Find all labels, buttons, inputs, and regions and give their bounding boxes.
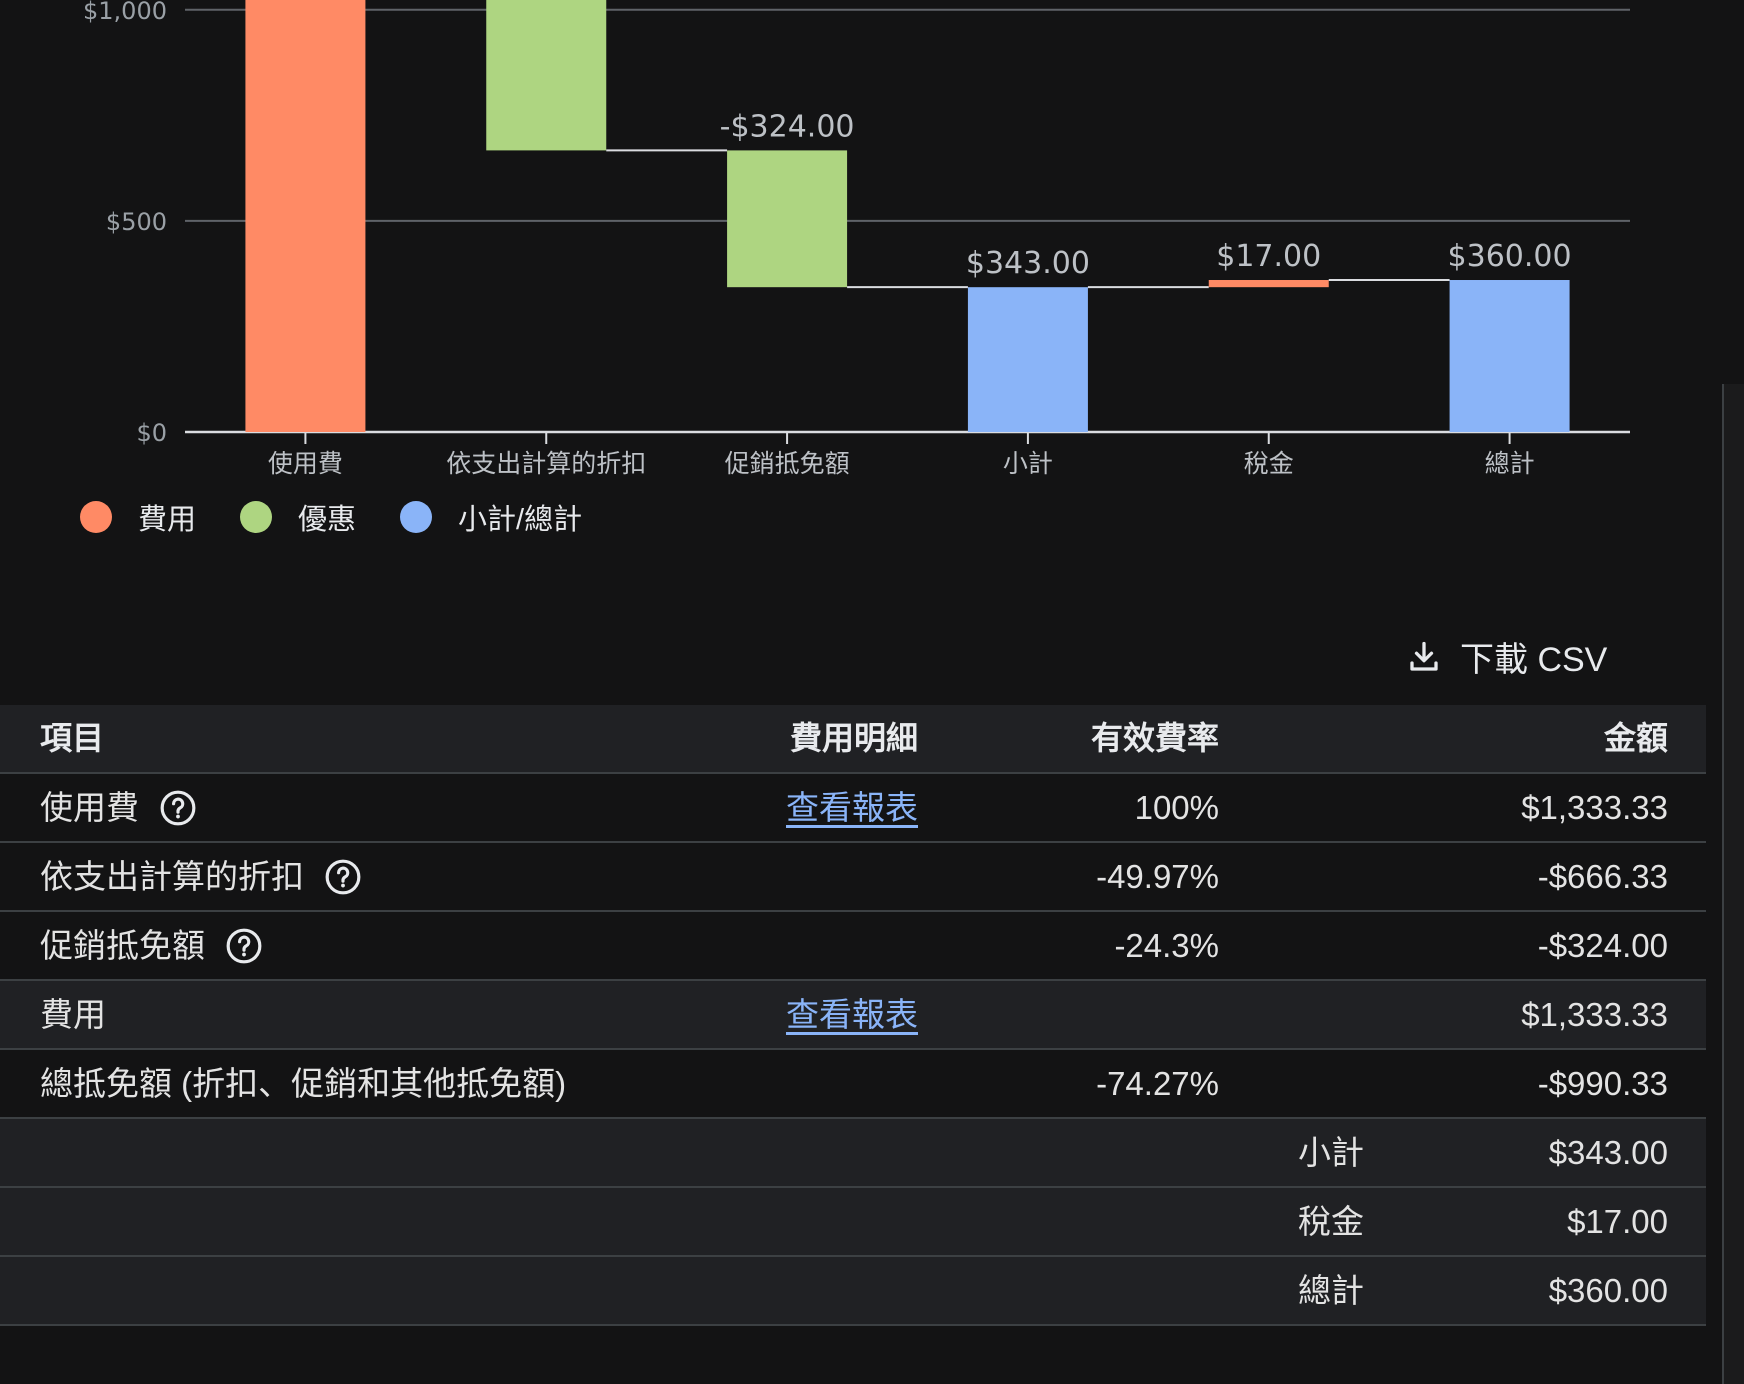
row-item: 費用 <box>40 981 106 1048</box>
view-report-link[interactable]: 查看報表 <box>786 981 918 1048</box>
legend-label: 費用 <box>138 504 197 536</box>
bar-total <box>967 287 1088 432</box>
bar-fee <box>245 0 366 433</box>
y-tick-label: $0 <box>136 419 167 447</box>
help-icon[interactable] <box>324 858 362 896</box>
row-item: 促銷抵免額 <box>40 912 263 979</box>
table-row: 依支出計算的折扣 -49.97% -$666.33 <box>0 843 1706 912</box>
help-icon[interactable] <box>225 927 263 965</box>
row-item-label: 促銷抵免額 <box>40 927 205 964</box>
summary-amount: $343.00 <box>1548 1134 1668 1171</box>
table-row: 費用 查看報表 $1,333.33 <box>0 981 1706 1050</box>
data-label: -$324.00 <box>720 109 855 144</box>
waterfall-chart: $0 $500 $1,000 使用費 依支出計算的折扣 促銷抵免額 -$324.00 小計 $3… <box>83 0 1630 478</box>
row-rate: -24.3% <box>1114 927 1219 964</box>
summary-row-total: 總計 $360.00 <box>0 1257 1706 1326</box>
download-csv-button[interactable]: 下載 CSV <box>1406 632 1607 681</box>
chart-legend: 費用 優惠 小計/總計 <box>80 496 626 538</box>
legend-label: 優惠 <box>298 504 357 536</box>
download-csv-label: 下載 CSV <box>1460 641 1608 679</box>
row-item-label: 依支出計算的折扣 <box>40 858 304 895</box>
row-rate: 100% <box>1134 789 1219 826</box>
x-tick-label: 依支出計算的折扣 <box>446 449 646 478</box>
table-header-row: 項目 費用明細 有效費率 金額 <box>0 705 1706 774</box>
data-label: $17.00 <box>1216 239 1321 274</box>
summary-row-tax: 稅金 $17.00 <box>0 1188 1706 1257</box>
row-amount: $1,333.33 <box>1521 996 1668 1033</box>
bar-fee <box>1208 280 1329 288</box>
row-item: 使用費 <box>40 774 197 841</box>
header-detail: 費用明細 <box>789 720 918 756</box>
row-item: 依支出計算的折扣 <box>40 843 362 910</box>
summary-row-subtotal: 小計 $343.00 <box>0 1119 1706 1188</box>
help-icon[interactable] <box>159 789 197 827</box>
table-row: 使用費 查看報表 100% $1,333.33 <box>0 774 1706 843</box>
row-item-label: 使用費 <box>40 789 139 826</box>
summary-label: 總計 <box>1298 1272 1364 1309</box>
summary-label: 稅金 <box>1298 1203 1364 1240</box>
table-row: 總抵免額 (折扣、促銷和其他抵免額) -74.27% -$990.33 <box>0 1050 1706 1119</box>
y-tick-label: $1,000 <box>83 0 167 25</box>
view-report-link[interactable]: 查看報表 <box>786 774 918 841</box>
vertical-scrollbar[interactable] <box>1722 384 1744 1384</box>
bar-discount <box>486 0 607 151</box>
row-rate: -49.97% <box>1096 858 1219 895</box>
row-amount: -$990.33 <box>1537 1065 1668 1102</box>
legend-label: 小計/總計 <box>458 504 583 536</box>
legend-item-discount[interactable]: 優惠 <box>240 496 356 538</box>
table-row: 促銷抵免額 -24.3% -$324.00 <box>0 912 1706 981</box>
legend-dot-discount <box>240 501 273 533</box>
header-item: 項目 <box>40 720 105 756</box>
row-item-label: 費用 <box>40 996 106 1033</box>
legend-dot-fee <box>80 501 112 533</box>
row-item: 總抵免額 (折扣、促銷和其他抵免額) <box>40 1050 566 1117</box>
legend-item-fee[interactable]: 費用 <box>80 496 196 538</box>
header-amount: 金額 <box>1603 720 1668 756</box>
bar-total <box>1449 280 1570 432</box>
x-tick-label: 小計 <box>1003 449 1053 478</box>
row-item-label: 總抵免額 (折扣、促銷和其他抵免額) <box>40 1065 567 1102</box>
data-label: $360.00 <box>1448 239 1572 274</box>
summary-label: 小計 <box>1298 1134 1364 1171</box>
x-tick-label: 使用費 <box>268 449 343 478</box>
row-amount: -$324.00 <box>1537 927 1668 964</box>
cost-breakdown-table: 項目 費用明細 有效費率 金額 使用費 查看報表 100% $1,333.33 … <box>0 705 1706 1326</box>
legend-dot-total <box>400 501 433 533</box>
y-tick-label: $500 <box>106 208 167 236</box>
x-tick-label: 促銷抵免額 <box>725 449 850 478</box>
bar-discount <box>727 150 848 288</box>
row-amount: -$666.33 <box>1537 858 1668 895</box>
header-rate: 有效費率 <box>1090 720 1219 756</box>
summary-amount: $360.00 <box>1548 1272 1668 1309</box>
download-icon <box>1410 641 1438 671</box>
row-rate: -74.27% <box>1096 1065 1219 1102</box>
row-amount: $1,333.33 <box>1521 789 1668 826</box>
legend-item-total[interactable]: 小計/總計 <box>400 496 582 538</box>
summary-amount: $17.00 <box>1567 1203 1668 1240</box>
data-label: $343.00 <box>966 246 1090 281</box>
x-tick-label: 總計 <box>1485 449 1535 478</box>
x-tick-label: 稅金 <box>1244 449 1294 478</box>
